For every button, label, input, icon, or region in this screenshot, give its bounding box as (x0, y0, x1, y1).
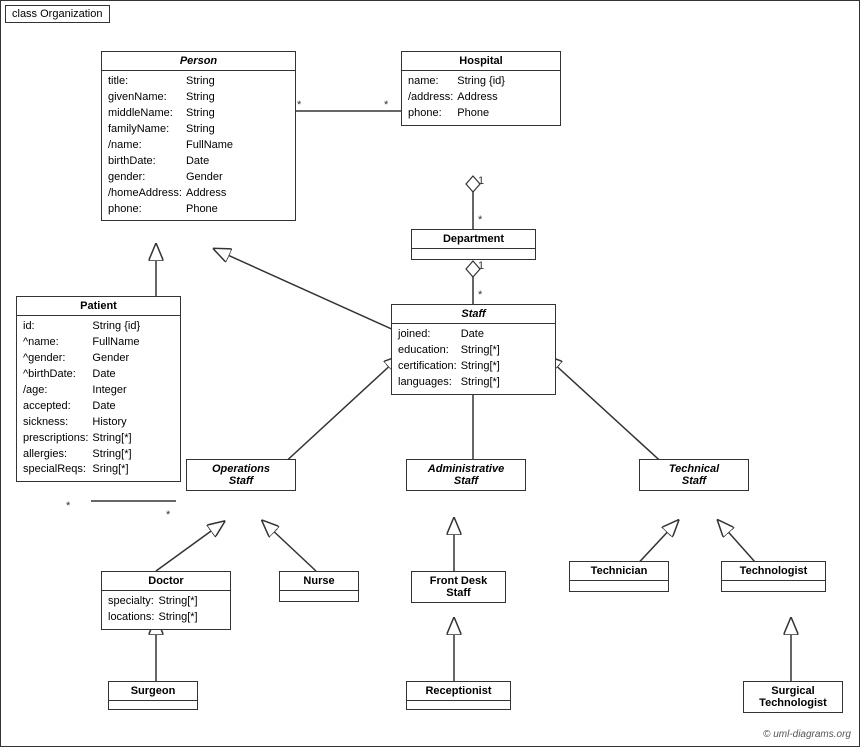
doctor-title: Doctor (102, 572, 230, 591)
admin-staff-class: AdministrativeStaff (406, 459, 526, 491)
front-desk-class: Front DeskStaff (411, 571, 506, 603)
svg-text:1: 1 (478, 175, 484, 187)
nurse-title: Nurse (280, 572, 358, 591)
receptionist-title: Receptionist (407, 682, 510, 701)
diagram-container: class Organization * * 1 * (0, 0, 860, 747)
technician-body (570, 581, 668, 591)
tech-staff-class: TechnicalStaff (639, 459, 749, 491)
staff-body: joined:Date education:String[*] certific… (392, 324, 555, 394)
technologist-title: Technologist (722, 562, 825, 581)
doctor-body: specialty:String[*] locations:String[*] (102, 591, 230, 629)
hospital-class: Hospital name:String {id} /address:Addre… (401, 51, 561, 126)
hospital-title: Hospital (402, 52, 560, 71)
patient-class: Patient id:String {id} ^name:FullName ^g… (16, 296, 181, 482)
nurse-class: Nurse (279, 571, 359, 602)
department-body (412, 249, 535, 259)
staff-class: Staff joined:Date education:String[*] ce… (391, 304, 556, 395)
surgeon-title: Surgeon (109, 682, 197, 701)
svg-text:*: * (478, 289, 483, 301)
hospital-body: name:String {id} /address:Address phone:… (402, 71, 560, 125)
receptionist-body (407, 701, 510, 709)
tech-staff-title: TechnicalStaff (640, 460, 748, 490)
front-desk-title: Front DeskStaff (412, 572, 505, 602)
ops-staff-class: OperationsStaff (186, 459, 296, 491)
diagram-title: class Organization (5, 5, 110, 23)
svg-text:*: * (66, 500, 71, 512)
nurse-body (280, 591, 358, 601)
technician-title: Technician (570, 562, 668, 581)
copyright: © uml-diagrams.org (763, 729, 851, 740)
receptionist-class: Receptionist (406, 681, 511, 710)
svg-text:*: * (384, 99, 389, 111)
surgeon-body (109, 701, 197, 709)
patient-body: id:String {id} ^name:FullName ^gender:Ge… (17, 316, 180, 481)
doctor-class: Doctor specialty:String[*] locations:Str… (101, 571, 231, 630)
technologist-body (722, 581, 825, 591)
technologist-class: Technologist (721, 561, 826, 592)
person-class: Person title:String givenName:String mid… (101, 51, 296, 221)
svg-text:*: * (297, 99, 302, 111)
person-title: Person (102, 52, 295, 71)
surgical-tech-class: SurgicalTechnologist (743, 681, 843, 713)
department-title: Department (412, 230, 535, 249)
technician-class: Technician (569, 561, 669, 592)
patient-title: Patient (17, 297, 180, 316)
department-class: Department (411, 229, 536, 260)
surgeon-class: Surgeon (108, 681, 198, 710)
person-body: title:String givenName:String middleName… (102, 71, 295, 220)
svg-text:*: * (166, 509, 171, 521)
svg-text:*: * (478, 214, 483, 226)
svg-text:1: 1 (478, 260, 484, 272)
admin-staff-title: AdministrativeStaff (407, 460, 525, 490)
staff-title: Staff (392, 305, 555, 324)
surgical-tech-title: SurgicalTechnologist (744, 682, 842, 712)
ops-staff-title: OperationsStaff (187, 460, 295, 490)
